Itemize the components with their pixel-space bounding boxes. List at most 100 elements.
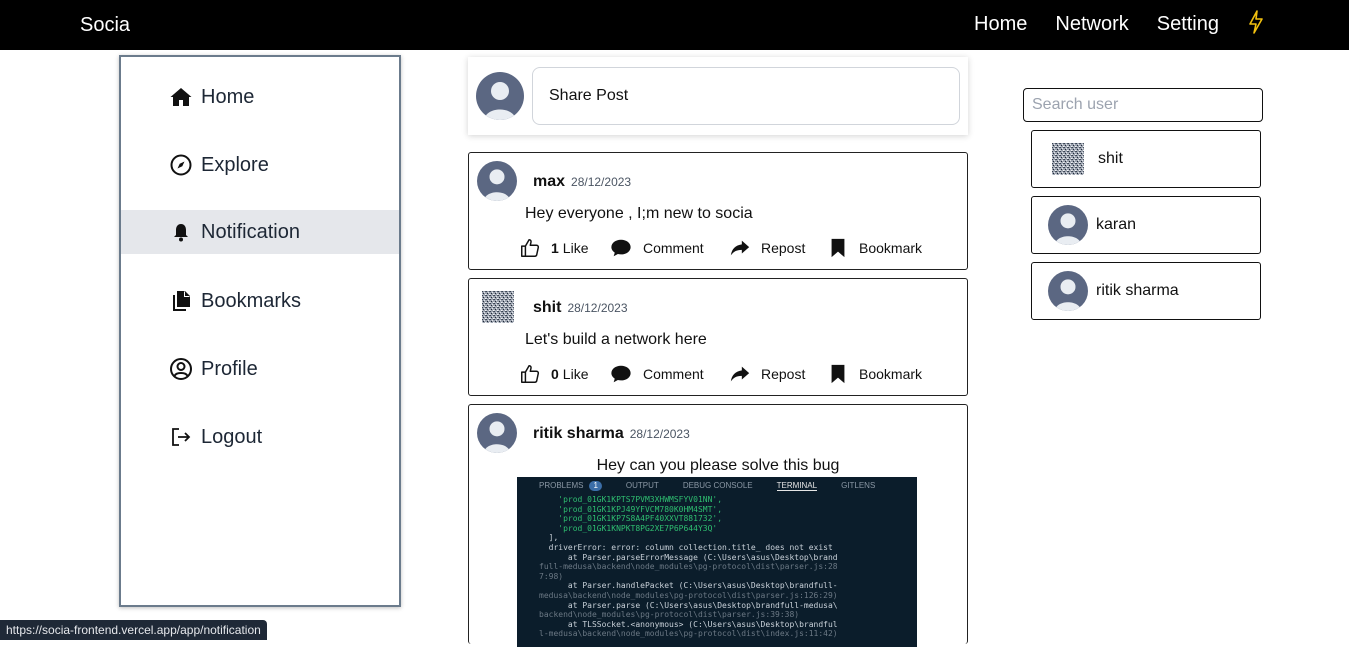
brand-logo[interactable]: Socia [80,14,130,37]
post-author[interactable]: ritik sharma 28/12/2023 [533,425,690,443]
nav-home-link[interactable]: Home [974,13,1027,36]
sidebar-item-explore[interactable]: Explore [121,143,399,187]
tab-gitlens: GITLENS [841,481,876,490]
comment-icon [611,239,631,257]
repost-label: Repost [761,240,806,256]
terminal-line: backend\node_modules\pg-protocol\dist\pa… [539,610,800,620]
bookmark-label: Bookmark [859,240,923,256]
top-navbar: Socia Home Network Setting [0,0,1349,50]
search-user-input[interactable] [1023,88,1263,122]
post-actions: 0 Like Comment Repost Bookmark [519,363,922,385]
sidebar-item-label: Logout [201,425,263,448]
terminal-line: l-medusa\backend\node_modules\pg-protoco… [539,629,838,639]
user-name: shit [1098,150,1123,167]
post-card: ritik sharma 28/12/2023 Hey can you pleas… [468,404,968,647]
lightning-icon[interactable] [1247,10,1265,39]
post-text: Let's build a network here [525,331,707,348]
terminal-line: 'prod_01GK1KPTS7PVM3XHWMSFYV01NN', [539,495,723,504]
terminal-line: ], [539,533,559,543]
tab-problems: PROBLEMS [539,481,584,490]
share-arrow-icon [730,366,750,382]
avatar [1048,205,1088,245]
problems-count-badge: 1 [589,481,602,491]
sidebar-item-label: Bookmarks [201,289,302,312]
terminal-line: 7:98) [539,571,564,581]
post-card: shit 28/12/2023 Let's build a network her… [468,278,968,396]
logout-icon [172,428,191,446]
like-count: 1 [551,240,559,256]
comment-label: Comment [643,366,704,382]
user-card[interactable]: karan [1031,196,1261,254]
terminal-line: 'prod_01GK1KP7S8A4PF40XXVT881732', [539,514,723,524]
compass-icon [170,154,192,176]
nav-setting-link[interactable]: Setting [1157,13,1219,36]
post-actions: 1 Like Comment Repost Bookmark [519,237,922,259]
sidebar-item-home[interactable]: Home [121,75,399,119]
bookmark-icon [831,364,845,384]
user-name: karan [1096,216,1137,233]
comment-button[interactable]: Comment [609,363,729,385]
post-date: 28/12/2023 [567,301,628,315]
share-arrow-icon [730,240,750,256]
like-label: Like [562,366,589,382]
like-label: Like [562,240,589,256]
like-button[interactable]: 0 Like [519,363,609,385]
post-text: Hey everyone , I;m new to socia [525,205,753,222]
like-count: 0 [551,366,559,382]
home-icon [170,88,192,106]
comment-label: Comment [643,240,704,256]
post-author[interactable]: shit 28/12/2023 [533,299,628,317]
sidebar-item-label: Explore [201,153,269,176]
like-button[interactable]: 1 Like [519,237,609,259]
bell-icon [174,224,188,242]
thumbs-up-icon [521,239,540,257]
comment-button[interactable]: Comment [609,237,729,259]
terminal-line: medusa\backend\node_modules\pg-protocol\… [539,590,838,600]
avatar[interactable] [477,413,517,453]
repost-button[interactable]: Repost [729,237,827,259]
avatar [476,72,524,120]
sidebar-item-profile[interactable]: Profile [121,347,399,391]
sidebar-item-logout[interactable]: Logout [121,415,399,459]
user-card[interactable]: shit [1031,130,1261,188]
avatar[interactable] [482,291,514,323]
copy-icon [173,291,190,311]
user-card[interactable]: ritik sharma [1031,262,1261,320]
avatar[interactable] [477,161,517,201]
tab-debug-console: DEBUG CONSOLE [682,481,753,490]
comment-icon [611,365,631,383]
terminal-line: 'prod_01GK1KPJ49YFVCM780K0HM4SMT', [539,504,723,514]
thumbs-up-icon [521,365,540,383]
bookmark-button[interactable]: Bookmark [827,363,922,385]
post-author[interactable]: max 28/12/2023 [533,173,631,191]
tab-terminal: TERMINAL [776,481,818,491]
terminal-line: full-medusa\backend\node_modules\pg-prot… [539,562,838,572]
post-date: 28/12/2023 [571,175,632,189]
sidebar-item-bookmarks[interactable]: Bookmarks [121,279,399,323]
sidebar-item-label: Home [201,85,255,108]
sidebar-item-label: Notification [201,220,300,243]
terminal-line: at Parser.parse (C:\Users\asus\Desktop\b… [539,600,838,610]
sidebar: Home Explore Notification Bookmarks Prof… [119,55,401,607]
share-post-input[interactable]: Share Post [532,67,960,125]
bookmark-label: Bookmark [859,366,923,382]
repost-button[interactable]: Repost [729,363,827,385]
post-date: 28/12/2023 [629,427,690,441]
terminal-line: at Parser.handlePacket (C:\Users\asus\De… [539,581,838,591]
user-name: ritik sharma [1096,282,1179,299]
share-post-card: Share Post [468,57,968,135]
sidebar-item-label: Profile [201,357,258,380]
avatar [1048,271,1088,311]
tab-output: OUTPUT [625,481,659,490]
post-image-terminal-screenshot[interactable]: PROBLEMS 1 OUTPUT DEBUG CONSOLE TERMINAL… [517,477,917,647]
bookmark-icon [831,238,845,258]
terminal-tabs: PROBLEMS 1 OUTPUT DEBUG CONSOLE TERMINAL… [517,477,917,495]
nav-network-link[interactable]: Network [1055,13,1128,36]
sidebar-item-notification[interactable]: Notification [121,210,399,254]
bookmark-button[interactable]: Bookmark [827,237,922,259]
terminal-line: at Parser.parseErrorMessage (C:\Users\as… [539,552,838,562]
avatar [1052,143,1084,175]
top-nav-links: Home Network Setting [974,10,1265,39]
terminal-line: at TLSSocket.<anonymous> (C:\Users\asus\… [539,619,838,629]
repost-label: Repost [761,366,806,382]
